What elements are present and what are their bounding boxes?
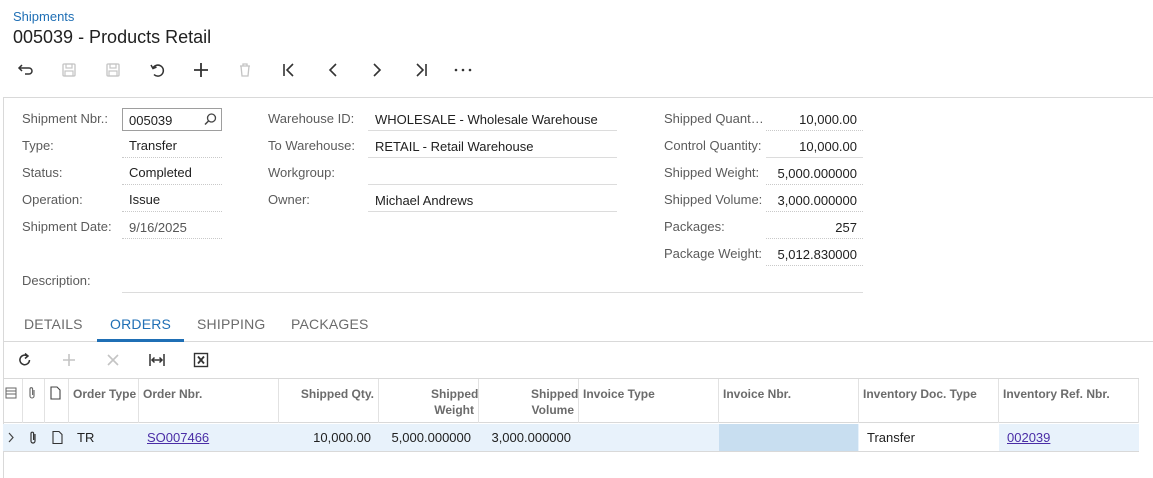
- grid-header: Order Type Order Nbr. Shipped Qty. Shipp…: [3, 378, 1139, 423]
- description-underline: [122, 292, 863, 293]
- workgroup-underline: [368, 184, 617, 185]
- cell-order-type: TR: [77, 430, 95, 445]
- operation-label: Operation:: [22, 192, 83, 207]
- tab-packages[interactable]: PACKAGES: [291, 316, 369, 332]
- col-invoice-type[interactable]: Invoice Type: [579, 379, 719, 423]
- breadcrumb-shipments[interactable]: Shipments: [13, 9, 74, 24]
- control-quantity-underline: [766, 157, 863, 158]
- col-shipped-qty[interactable]: Shipped Qty.: [279, 379, 379, 423]
- attachment-header-icon[interactable]: [23, 379, 45, 423]
- save-close-icon[interactable]: [54, 58, 84, 82]
- prev-record-icon[interactable]: [318, 58, 348, 82]
- order-nbr-link[interactable]: SO007466: [147, 430, 209, 445]
- first-record-icon[interactable]: [274, 58, 304, 82]
- export-excel-icon[interactable]: [186, 348, 216, 372]
- package-weight-underline: [766, 265, 863, 266]
- col-order-nbr[interactable]: Order Nbr.: [139, 379, 279, 423]
- shipment-nbr-selector[interactable]: 005039: [122, 108, 222, 131]
- to-warehouse-underline: [368, 157, 617, 158]
- tab-bar: DETAILS ORDERS SHIPPING PACKAGES: [3, 305, 1153, 342]
- to-warehouse-value[interactable]: RETAIL - Retail Warehouse: [375, 139, 533, 154]
- shipped-weight-label: Shipped Weight:: [664, 165, 760, 180]
- row-note-icon[interactable]: [52, 424, 68, 451]
- back-arrow-icon[interactable]: [10, 58, 40, 82]
- packages-value: 257: [835, 220, 857, 235]
- tab-shipping[interactable]: SHIPPING: [197, 316, 266, 332]
- to-warehouse-label: To Warehouse:: [268, 138, 355, 153]
- status-value: Completed: [129, 165, 192, 180]
- shipped-volume-value: 3,000.000000: [777, 193, 857, 208]
- type-label: Type:: [22, 138, 54, 153]
- add-row-icon[interactable]: [54, 348, 84, 372]
- workgroup-label: Workgroup:: [268, 165, 335, 180]
- col-inventory-doc-type[interactable]: Inventory Doc. Type: [859, 379, 999, 423]
- package-weight-label: Package Weight:: [664, 246, 763, 261]
- col-invoice-nbr[interactable]: Invoice Nbr.: [719, 379, 859, 423]
- shipped-volume-label: Shipped Volume:: [664, 192, 763, 207]
- packages-label: Packages:: [664, 219, 725, 234]
- cell-invoice-type: [587, 424, 717, 451]
- owner-underline: [368, 211, 617, 212]
- row-selector-header-icon[interactable]: [3, 379, 23, 423]
- next-record-icon[interactable]: [362, 58, 392, 82]
- owner-label: Owner:: [268, 192, 310, 207]
- package-weight-value: 5,012.830000: [777, 247, 857, 262]
- warehouse-id-label: Warehouse ID:: [268, 111, 355, 126]
- shipped-weight-underline: [766, 184, 863, 185]
- col-shipped-weight[interactable]: Shipped Weight: [379, 379, 479, 423]
- col-order-type[interactable]: Order Type: [69, 379, 139, 423]
- page-title: 005039 - Products Retail: [13, 27, 212, 47]
- operation-value: Issue: [129, 192, 161, 207]
- inventory-ref-nbr-link[interactable]: 002039: [1007, 430, 1050, 445]
- tab-details[interactable]: DETAILS: [24, 316, 83, 332]
- shipped-quantity-value: 10,000.00: [799, 112, 857, 127]
- control-quantity-label: Control Quantity:: [664, 138, 762, 153]
- more-icon[interactable]: [448, 58, 478, 82]
- type-value: Transfer: [129, 138, 177, 153]
- shipment-date-value: 9/16/2025: [129, 220, 187, 235]
- warehouse-id-value[interactable]: WHOLESALE - Wholesale Warehouse: [375, 112, 598, 127]
- col-inventory-ref-nbr[interactable]: Inventory Ref. Nbr.: [999, 379, 1139, 423]
- cell-shipped-volume: 3,000.000000: [491, 430, 571, 445]
- packages-underline: [766, 238, 863, 239]
- table-row[interactable]: TR SO007466 10,000.00 5,000.000000 3,000…: [3, 424, 1139, 452]
- active-tab-indicator: [97, 339, 184, 342]
- status-label: Status:: [22, 165, 63, 180]
- trash-icon[interactable]: [230, 58, 260, 82]
- tab-orders[interactable]: ORDERS: [110, 316, 171, 332]
- col-shipped-volume[interactable]: Shipped Volume: [479, 379, 579, 423]
- control-quantity-value[interactable]: 10,000.00: [766, 139, 857, 154]
- fit-columns-icon[interactable]: [142, 348, 172, 372]
- row-expand-chevron-icon[interactable]: [7, 424, 23, 451]
- type-underline: [122, 157, 222, 158]
- cell-invoice-nbr[interactable]: [727, 424, 857, 451]
- undo-icon[interactable]: [142, 58, 172, 82]
- shipped-quantity-underline: [766, 130, 863, 131]
- warehouse-id-underline: [368, 130, 617, 131]
- plus-icon[interactable]: [186, 58, 216, 82]
- description-label: Description:: [22, 273, 91, 288]
- note-header-icon[interactable]: [45, 379, 69, 423]
- owner-value[interactable]: Michael Andrews: [375, 193, 473, 208]
- shipped-quantity-label: Shipped Quant…: [664, 111, 764, 126]
- cell-shipped-weight: 5,000.000000: [391, 430, 471, 445]
- cell-inventory-doc-type: Transfer: [867, 430, 915, 445]
- operation-underline: [122, 211, 222, 212]
- shipped-volume-underline: [766, 211, 863, 212]
- shipment-date-label: Shipment Date:: [22, 219, 112, 234]
- shipment-nbr-label: Shipment Nbr.:: [22, 111, 108, 126]
- refresh-icon[interactable]: [10, 348, 40, 372]
- cell-order-nbr[interactable]: SO007466: [147, 424, 277, 451]
- save-icon[interactable]: [98, 58, 128, 82]
- cell-shipped-qty: 10,000.00: [313, 430, 371, 445]
- delete-row-icon[interactable]: [98, 348, 128, 372]
- cell-inventory-ref-nbr[interactable]: 002039: [1007, 424, 1137, 451]
- search-icon[interactable]: [203, 112, 218, 132]
- shipment-date-underline: [122, 238, 222, 239]
- shipped-weight-value: 5,000.000000: [777, 166, 857, 181]
- last-record-icon[interactable]: [406, 58, 436, 82]
- status-underline: [122, 184, 222, 185]
- shipment-nbr-value: 005039: [129, 113, 173, 128]
- row-attachment-icon[interactable]: [28, 424, 44, 451]
